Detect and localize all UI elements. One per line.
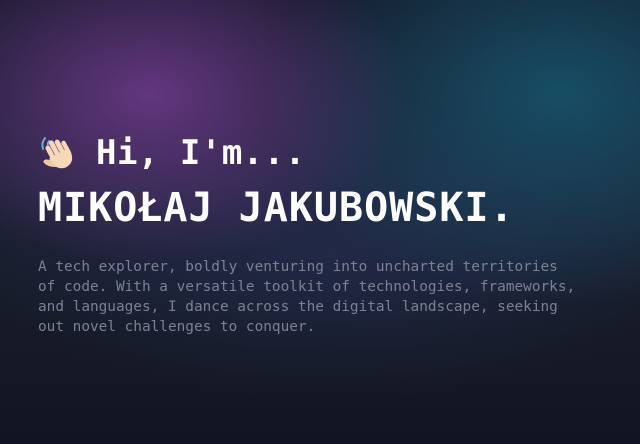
- greeting-row: Hi, I'm...: [38, 126, 618, 180]
- bio-paragraph: A tech explorer, boldly venturing into u…: [38, 258, 576, 335]
- name-heading: MIKOŁAJ JAKUBOWSKI.: [38, 185, 515, 231]
- waving-hand-icon: [38, 133, 78, 173]
- hero-section: Hi, I'm... MIKOŁAJ JAKUBOWSKI. A tech ex…: [38, 126, 618, 351]
- greeting-text: Hi, I'm...: [96, 133, 306, 173]
